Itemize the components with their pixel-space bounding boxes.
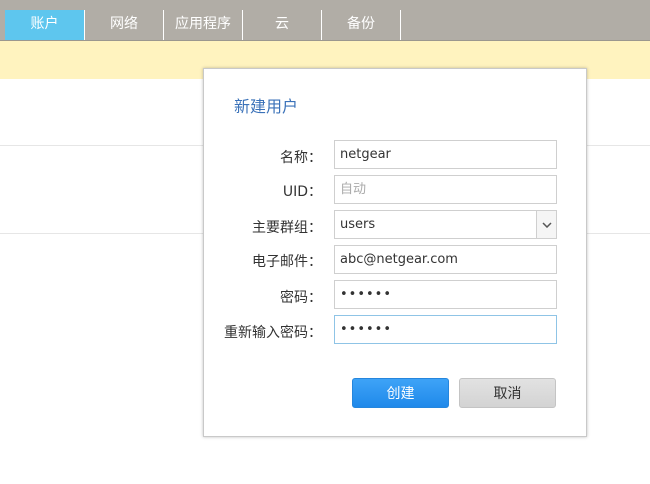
tab-backup[interactable]: 备份	[322, 10, 401, 40]
tab-cloud-label: 云	[275, 16, 289, 32]
tab-backup-label: 备份	[347, 16, 375, 32]
tab-apps-label: 应用程序	[175, 16, 231, 32]
email-input[interactable]	[334, 245, 557, 274]
tab-apps[interactable]: 应用程序	[164, 10, 243, 40]
uid-input[interactable]	[334, 175, 557, 204]
email-label: 电子邮件：	[252, 254, 322, 270]
tab-account[interactable]: 账户	[5, 10, 85, 40]
uid-label: UID：	[282, 184, 322, 200]
confirm-password-label: 重新输入密码：	[224, 325, 322, 341]
top-nav-bar: 账户 网络 应用程序 云 备份	[0, 0, 650, 41]
new-user-dialog: 新建用户 名称： UID： 主要群组： users 电子邮件： 密码： 重新输入…	[203, 68, 587, 437]
name-input[interactable]	[334, 140, 557, 169]
confirm-password-input[interactable]	[334, 315, 557, 344]
cancel-button[interactable]: 取消	[459, 378, 556, 408]
name-label: 名称：	[280, 150, 322, 166]
chevron-down-icon[interactable]	[536, 211, 556, 238]
primary-group-select[interactable]: users	[334, 210, 557, 239]
primary-group-label: 主要群组：	[252, 220, 322, 236]
password-input[interactable]	[334, 280, 557, 309]
tab-network[interactable]: 网络	[85, 10, 164, 40]
create-button[interactable]: 创建	[352, 378, 449, 408]
tab-network-label: 网络	[110, 16, 138, 32]
password-label: 密码：	[280, 290, 322, 306]
tab-cloud[interactable]: 云	[243, 10, 322, 40]
dialog-title: 新建用户	[234, 97, 299, 116]
tab-account-label: 账户	[30, 16, 59, 32]
primary-group-value: users	[340, 217, 376, 232]
